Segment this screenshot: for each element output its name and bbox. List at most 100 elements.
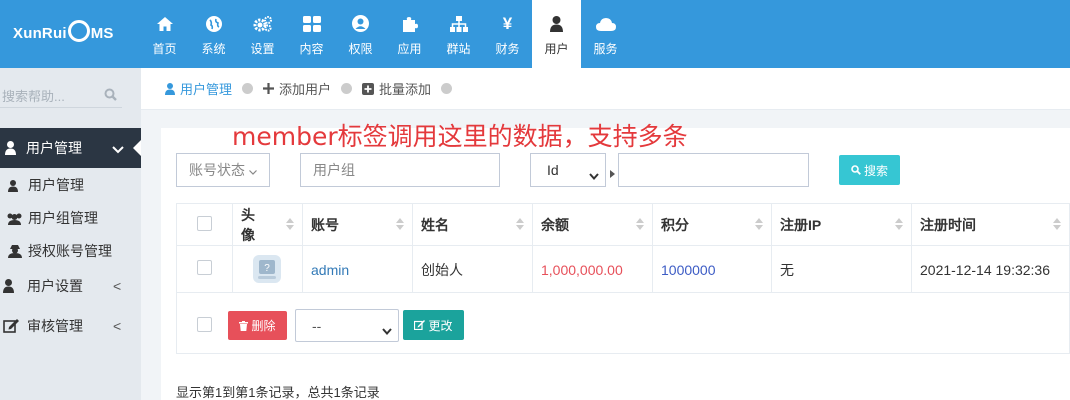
delete-button-label: 删除: [251, 319, 276, 333]
home-icon: [156, 14, 173, 34]
row-account-cell[interactable]: admin: [303, 246, 413, 293]
nav-content[interactable]: 内容: [287, 0, 336, 68]
header-label: 姓名: [421, 217, 449, 233]
search-input[interactable]: 搜索帮助...: [2, 86, 65, 105]
nav-system[interactable]: 系统: [189, 0, 238, 68]
breadcrumb-separator: [242, 83, 254, 94]
plus-square-icon: [362, 82, 375, 95]
sidebar-menu-user-management[interactable]: 用户管理: [0, 128, 141, 168]
ip-value: 无: [780, 261, 794, 278]
sidebar-item-auth-accounts[interactable]: 授权账号管理: [0, 235, 141, 267]
logo-text-left: XunRui: [13, 24, 67, 42]
row-time-cell: 2021-12-14 19:32:36: [912, 246, 1070, 293]
balance-value: 1,000,000.00: [541, 261, 623, 278]
sidebar-item-label: 用户管理: [28, 177, 84, 193]
sidebar-item-user-management[interactable]: 用户管理: [0, 169, 141, 201]
table-header-checkbox: [177, 204, 233, 246]
sort-icon: [1053, 217, 1061, 234]
avatar[interactable]: ?: [253, 255, 281, 286]
row-divider: [177, 292, 1069, 293]
user-secret-icon: [8, 245, 22, 261]
sidebar-group-review[interactable]: 审核管理 <: [0, 306, 141, 346]
sidebar-search[interactable]: 搜索帮助...: [0, 80, 122, 108]
sort-icon: [636, 217, 644, 234]
chevron-left-icon: <: [113, 318, 122, 334]
breadcrumb-batch-add[interactable]: 批量添加: [362, 79, 431, 98]
select-all-checkbox[interactable]: [197, 216, 212, 231]
register-time-value: 2021-12-14 19:32:36: [920, 261, 1050, 278]
logo-mark-icon: [67, 20, 90, 42]
logo-text-right: MS: [90, 24, 114, 42]
nav-permissions[interactable]: 权限: [336, 0, 385, 68]
header-label: 账号: [311, 217, 339, 233]
sidebar-item-label: 用户组管理: [28, 210, 98, 226]
table-header-balance[interactable]: 余额: [533, 204, 653, 246]
breadcrumb: 用户管理 添加用户 批量添加: [141, 68, 1070, 110]
sort-icon: [396, 217, 404, 234]
nav-apps[interactable]: 应用: [385, 0, 434, 68]
row-checkbox[interactable]: [197, 260, 212, 275]
sidebar-group-user-settings[interactable]: 用户设置 <: [0, 266, 141, 306]
globe-icon: [205, 14, 222, 34]
row-ip-cell: 无: [772, 246, 912, 293]
nav-users[interactable]: 用户: [532, 0, 581, 68]
sidebar-group-label: 审核管理: [27, 318, 83, 334]
group-filter-select[interactable]: 用户组: [300, 153, 500, 187]
breadcrumb-add-user[interactable]: 添加用户: [263, 79, 331, 98]
field-select[interactable]: Id: [530, 153, 606, 187]
nav-home-label: 首页: [152, 41, 177, 56]
table-header-points[interactable]: 积分: [653, 204, 772, 246]
user-icon: [165, 82, 175, 95]
nav-permissions-label: 权限: [348, 41, 373, 56]
status-filter-select[interactable]: 账号状态: [176, 153, 270, 187]
sidebar-item-label: 授权账号管理: [28, 243, 112, 259]
search-icon: [851, 165, 861, 175]
account-link[interactable]: admin: [311, 262, 349, 278]
sidebar-item-user-groups[interactable]: 用户组管理: [0, 202, 141, 234]
row-checkbox-cell: [177, 246, 233, 293]
chevron-down-icon: [112, 142, 124, 157]
table-header-ip[interactable]: 注册IP: [772, 204, 912, 246]
nav-services[interactable]: 服务: [581, 0, 630, 68]
logo[interactable]: XunRui MS: [13, 20, 114, 44]
footer-checkbox[interactable]: [197, 317, 212, 332]
points-value[interactable]: 1000000: [661, 262, 716, 278]
annotation-text: member标签调用这里的数据，支持多条: [232, 122, 688, 151]
user-icon: [8, 179, 18, 195]
nav-finance[interactable]: ¥ 财务: [483, 0, 532, 68]
chevron-down-icon: [382, 322, 392, 338]
edit-icon: [414, 320, 426, 330]
nav-sites[interactable]: 群站: [434, 0, 483, 68]
pagination-summary: 显示第1到第1条记录，总共1条记录: [176, 385, 380, 400]
caret-right-icon: [610, 166, 615, 181]
header-label: 注册IP: [780, 217, 822, 233]
sitemap-icon: [449, 14, 468, 34]
breadcrumb-separator: [341, 83, 353, 94]
table-header-name[interactable]: 姓名: [413, 204, 533, 246]
batch-action-select[interactable]: --: [295, 309, 399, 342]
nav-settings[interactable]: 设置: [238, 0, 287, 68]
table-header-account[interactable]: 账号: [303, 204, 413, 246]
nav-home[interactable]: 首页: [140, 0, 189, 68]
search-button[interactable]: 搜索: [839, 155, 900, 185]
breadcrumb-user-management[interactable]: 用户管理: [165, 79, 232, 98]
search-icon[interactable]: [104, 88, 117, 104]
nav-settings-label: 设置: [250, 41, 275, 56]
user-icon: [5, 141, 16, 158]
chevron-down-icon: [589, 167, 599, 183]
delete-button[interactable]: 删除: [228, 311, 287, 340]
puzzle-icon: [401, 14, 418, 34]
row-name-cell: 创始人: [413, 246, 533, 293]
edit-icon: [3, 319, 19, 336]
chevron-down-icon: [249, 162, 257, 178]
table-header-register-time[interactable]: 注册时间: [912, 204, 1070, 246]
row-points-cell[interactable]: 1000000: [653, 246, 772, 293]
change-button[interactable]: 更改: [403, 310, 464, 340]
header-label: 积分: [661, 217, 689, 233]
keyword-input[interactable]: [618, 153, 809, 187]
batch-action-value: --: [312, 317, 322, 334]
header-label: 头像: [241, 207, 255, 243]
nav-apps-label: 应用: [397, 41, 422, 56]
table-header-avatar[interactable]: 头像: [233, 204, 303, 246]
sort-icon: [516, 217, 524, 234]
